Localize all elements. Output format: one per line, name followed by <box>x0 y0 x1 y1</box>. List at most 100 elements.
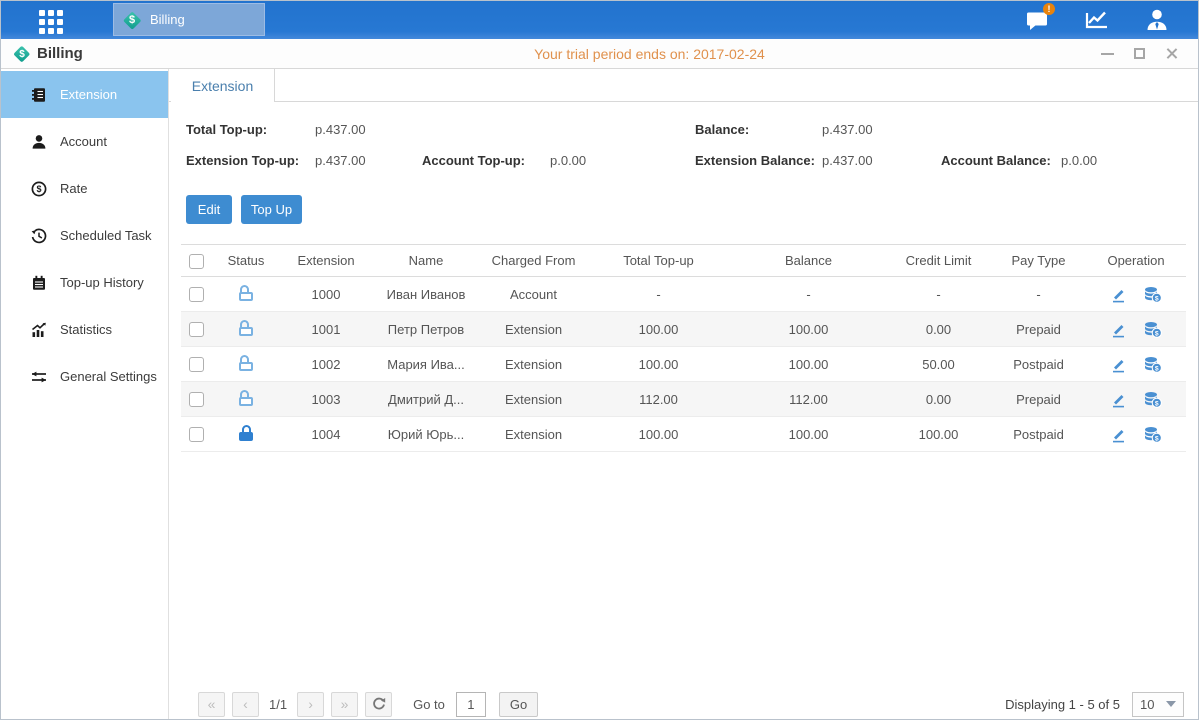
col-balance: Balance <box>731 253 886 268</box>
credit-limit: 100.00 <box>886 427 991 442</box>
top-up-icon[interactable]: $ <box>1143 426 1162 443</box>
extension-number: 1001 <box>281 322 371 337</box>
next-page-button[interactable]: › <box>297 692 324 717</box>
lock-status-icon <box>239 425 254 441</box>
app-title-text: Billing <box>37 45 83 62</box>
pay-type: Postpaid <box>991 357 1086 372</box>
svg-text:$: $ <box>1155 400 1159 407</box>
statistics-icon <box>31 322 47 338</box>
page-size-select[interactable]: 10 <box>1132 692 1184 717</box>
topbar-right-icons: ! <box>1024 1 1170 39</box>
sidebar-item-label: Top-up History <box>60 275 144 290</box>
balance-label: Balance: <box>695 122 749 137</box>
row-checkbox[interactable] <box>189 287 204 302</box>
last-page-button[interactable]: » <box>331 692 358 717</box>
balance: 112.00 <box>731 392 886 407</box>
top-up-icon[interactable]: $ <box>1143 321 1162 338</box>
pagination-bar: « ‹ 1/1 › » Go to Go Displaying 1 - 5 of… <box>198 687 1184 720</box>
top-up-icon[interactable]: $ <box>1143 356 1162 373</box>
extension-name: Мария Ива... <box>371 357 481 372</box>
edit-button[interactable]: Edit <box>186 195 232 224</box>
edit-icon[interactable] <box>1110 286 1127 303</box>
edit-icon[interactable] <box>1110 356 1127 373</box>
page-indicator: 1/1 <box>269 697 287 712</box>
settings-sliders-icon <box>31 369 47 385</box>
app-window: $ Billing ! <box>0 0 1199 720</box>
person-icon <box>31 134 47 150</box>
sidebar-item-label: General Settings <box>60 369 157 384</box>
prev-page-button[interactable]: ‹ <box>232 692 259 717</box>
sidebar-item-rate[interactable]: $ Rate <box>1 165 168 212</box>
lock-status-icon <box>239 285 254 301</box>
app-grid-icon[interactable] <box>39 10 63 34</box>
billing-diamond-icon: $ <box>14 46 30 62</box>
col-credit-limit: Credit Limit <box>886 253 991 268</box>
goto-page-input[interactable] <box>456 692 486 717</box>
account-topup-value: p.0.00 <box>550 153 586 168</box>
sidebar-item-label: Scheduled Task <box>60 228 152 243</box>
edit-icon[interactable] <box>1110 321 1127 338</box>
sidebar-item-label: Account <box>60 134 107 149</box>
extension-balance-value: p.437.00 <box>822 153 873 168</box>
sidebar-item-label: Statistics <box>60 322 112 337</box>
lock-status-icon <box>239 390 254 406</box>
resource-monitor-icon[interactable] <box>1084 7 1110 33</box>
row-checkbox[interactable] <box>189 427 204 442</box>
top-up-icon[interactable]: $ <box>1143 391 1162 408</box>
col-name: Name <box>371 253 481 268</box>
billing-diamond-icon: $ <box>123 11 141 29</box>
top-up-icon[interactable]: $ <box>1143 286 1162 303</box>
charged-from: Account <box>481 287 586 302</box>
extension-number: 1003 <box>281 392 371 407</box>
pay-type: Prepaid <box>991 392 1086 407</box>
minimize-button[interactable] <box>1094 42 1120 66</box>
total-topup: 100.00 <box>586 322 731 337</box>
history-clock-icon <box>31 228 47 244</box>
row-checkbox[interactable] <box>189 357 204 372</box>
close-button[interactable] <box>1158 42 1184 66</box>
maximize-button[interactable] <box>1126 42 1152 66</box>
tab-extension[interactable]: Extension <box>171 69 275 102</box>
notifications-icon[interactable]: ! <box>1024 7 1050 33</box>
credit-limit: 0.00 <box>886 392 991 407</box>
extension-topup-value: p.437.00 <box>315 153 366 168</box>
goto-label: Go to <box>413 697 445 712</box>
balance: 100.00 <box>731 357 886 372</box>
taskbar-billing-tab[interactable]: $ Billing <box>113 3 265 36</box>
sidebar-item-statistics[interactable]: Statistics <box>1 306 168 353</box>
dollar-circle-icon: $ <box>31 181 47 197</box>
svg-text:$: $ <box>1155 295 1159 302</box>
chevron-down-icon <box>1166 701 1176 707</box>
col-charged-from: Charged From <box>481 253 586 268</box>
extension-number: 1000 <box>281 287 371 302</box>
user-account-icon[interactable] <box>1144 7 1170 33</box>
first-page-button[interactable]: « <box>198 692 225 717</box>
total-topup-value: p.437.00 <box>315 122 366 137</box>
credit-limit: - <box>886 287 991 302</box>
go-button[interactable]: Go <box>499 692 538 717</box>
refresh-icon <box>372 697 386 711</box>
extension-number: 1002 <box>281 357 371 372</box>
charged-from: Extension <box>481 427 586 442</box>
row-checkbox[interactable] <box>189 322 204 337</box>
extension-name: Иван Иванов <box>371 287 481 302</box>
refresh-button[interactable] <box>365 692 392 717</box>
edit-icon[interactable] <box>1110 426 1127 443</box>
top-up-button[interactable]: Top Up <box>241 195 302 224</box>
edit-icon[interactable] <box>1110 391 1127 408</box>
sidebar-item-extension[interactable]: Extension <box>1 71 168 118</box>
sidebar-item-scheduled-task[interactable]: Scheduled Task <box>1 212 168 259</box>
sidebar-item-topup-history[interactable]: Top-up History <box>1 259 168 306</box>
extension-name: Дмитрий Д... <box>371 392 481 407</box>
col-total-topup: Total Top-up <box>586 253 731 268</box>
select-all-checkbox[interactable] <box>189 254 204 269</box>
balance: 100.00 <box>731 427 886 442</box>
total-topup: 100.00 <box>586 427 731 442</box>
total-topup: 100.00 <box>586 357 731 372</box>
pay-type: Postpaid <box>991 427 1086 442</box>
credit-limit: 50.00 <box>886 357 991 372</box>
sidebar-item-general-settings[interactable]: General Settings <box>1 353 168 400</box>
row-checkbox[interactable] <box>189 392 204 407</box>
total-topup-label: Total Top-up: <box>186 122 267 137</box>
sidebar-item-account[interactable]: Account <box>1 118 168 165</box>
